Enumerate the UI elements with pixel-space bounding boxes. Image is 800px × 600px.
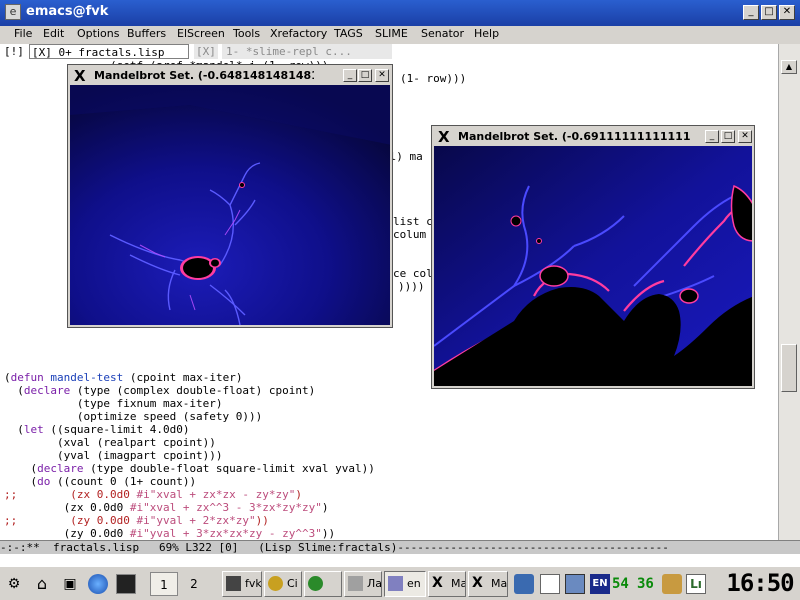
fractal-canvas xyxy=(70,85,390,325)
mandelbrot-image xyxy=(434,146,752,386)
mandelbrot-image xyxy=(70,85,390,325)
mandelbrot-window-1[interactable]: X Mandelbrot Set. (-0.6481481481481481, … xyxy=(67,64,393,328)
code-line: ;; (zx 0.0d0 #i"xval + zx*zx - zy*zy") xyxy=(4,488,303,501)
fractal-title: Mandelbrot Set. (-0.6481481481481481, 0.… xyxy=(94,69,314,82)
kde-menu-icon[interactable]: ⚙ xyxy=(4,574,24,594)
vertical-scrollbar[interactable]: ▲ xyxy=(778,44,800,540)
code-fragment: )))) xyxy=(398,280,425,293)
minimize-button[interactable]: _ xyxy=(705,130,719,143)
close-button[interactable]: ✕ xyxy=(375,69,389,82)
x-logo-icon: X xyxy=(432,575,443,591)
code-line: (defun mandel-test (cpoint max-iter) xyxy=(4,371,243,384)
menu-tags[interactable]: TAGS xyxy=(334,27,363,40)
browser-globe-icon[interactable] xyxy=(88,574,108,594)
code-fragment: ce col xyxy=(393,267,433,280)
app-icon xyxy=(348,576,363,591)
fractal-title: Mandelbrot Set. (-0.6911111111111111, 0.… xyxy=(458,130,690,143)
menu-options[interactable]: Options xyxy=(77,27,119,40)
close-button[interactable]: ✕ xyxy=(779,5,795,20)
minimize-button[interactable]: _ xyxy=(743,5,759,20)
code-line: (declare (type double-float square-limit… xyxy=(4,462,375,475)
keyboard-layout-indicator[interactable]: EN xyxy=(590,574,610,594)
code-line: (let ((square-limit 4.0d0) xyxy=(4,423,190,436)
task-browser[interactable] xyxy=(304,571,342,597)
app-icon xyxy=(268,576,283,591)
window-title: emacs@fvk xyxy=(26,4,109,19)
maximize-button[interactable]: □ xyxy=(358,69,372,82)
code-line: (yval (imagpart cpoint))) xyxy=(4,449,223,462)
window-titlebar[interactable]: e emacs@fvk _ □ ✕ xyxy=(0,0,800,26)
tab-marker: [!] xyxy=(4,45,24,58)
clock[interactable]: 16:50 xyxy=(722,569,798,598)
code-line: (zx 0.0d0 #i"xval + zx^^3 - 3*zx*zy*zy") xyxy=(4,501,329,514)
terminal-icon[interactable] xyxy=(116,574,136,594)
package-icon[interactable]: ▣ xyxy=(60,574,80,594)
menu-slime[interactable]: SLIME xyxy=(375,27,408,40)
monitor-icon[interactable] xyxy=(565,574,585,594)
fractal-canvas xyxy=(434,146,752,386)
menu-elscreen[interactable]: ElScreen xyxy=(177,27,225,40)
task-la[interactable]: Ла xyxy=(344,571,382,597)
task-mandelbrot-2[interactable]: X Ma xyxy=(468,571,508,597)
desktop-2-button[interactable]: 2 xyxy=(180,572,208,596)
task-ci[interactable]: Ci xyxy=(264,571,302,597)
tab-fractals[interactable]: [X] 0+ fractals.lisp xyxy=(29,44,189,59)
clipboard-icon[interactable] xyxy=(540,574,560,594)
task-fvk[interactable]: fvk xyxy=(222,571,262,597)
mem-counter: 36 xyxy=(637,576,654,592)
tab-slime-repl[interactable]: 1- *slime-repl c... xyxy=(222,44,392,59)
scroll-up-arrow-icon[interactable]: ▲ xyxy=(781,60,797,74)
minimize-button[interactable]: _ xyxy=(343,69,357,82)
cpu-counter: 54 xyxy=(612,576,629,592)
x-logo-icon: X xyxy=(438,128,450,146)
menu-xrefactory[interactable]: Xrefactory xyxy=(270,27,327,40)
code-fragment: (1- row))) xyxy=(400,72,467,85)
minibuffer[interactable] xyxy=(0,554,800,566)
code-line: (do ((count 0 (1+ count)) xyxy=(4,475,197,488)
task-emacs[interactable]: en xyxy=(384,571,426,597)
close-button[interactable]: ✕ xyxy=(738,130,752,143)
menu-bar: File Edit Options Buffers ElScreen Tools… xyxy=(0,26,800,45)
menu-help[interactable]: Help xyxy=(474,27,499,40)
menu-buffers[interactable]: Buffers xyxy=(127,27,166,40)
tab-slime-close[interactable]: [X] xyxy=(194,44,218,59)
code-fragment: colum xyxy=(393,228,427,241)
elscreen-tabline: [!] [X] 0+ fractals.lisp [X] 1- *slime-r… xyxy=(0,44,780,59)
emacs-app-icon[interactable]: e xyxy=(5,4,21,20)
home-icon[interactable]: ⌂ xyxy=(32,574,52,594)
desktop-1-button[interactable]: 1 xyxy=(150,572,178,596)
app-icon xyxy=(308,576,323,591)
window-icon xyxy=(226,576,241,591)
code-line: (declare (type (complex double-float) cp… xyxy=(4,384,316,397)
code-line: (type fixnum max-iter) xyxy=(4,397,223,410)
tray-app-icon[interactable] xyxy=(662,574,682,594)
fractal-titlebar[interactable]: X Mandelbrot Set. (-0.6911111111111111, … xyxy=(434,128,752,146)
emacs-icon xyxy=(388,576,403,591)
menu-edit[interactable]: Edit xyxy=(43,27,64,40)
mandelbrot-window-2[interactable]: X Mandelbrot Set. (-0.6911111111111111, … xyxy=(431,125,755,389)
maximize-button[interactable]: □ xyxy=(721,130,735,143)
mode-line: -:-:** fractals.lisp 69% L322 [0] (Lisp … xyxy=(0,540,800,555)
network-icon[interactable] xyxy=(514,574,534,594)
taskbar: ⚙ ⌂ ▣ 1 2 fvk Ci Ла en X Ma X Ma EN 54 36 … xyxy=(0,566,800,600)
code-line: (optimize speed (safety 0))) xyxy=(4,410,263,423)
x-logo-icon: X xyxy=(74,67,86,85)
menu-senator[interactable]: Senator xyxy=(421,27,464,40)
scroll-thumb[interactable] xyxy=(781,344,797,392)
menu-file[interactable]: File xyxy=(14,27,32,40)
code-line: ;; (zy 0.0d0 #i"yval + 2*zx*zy")) xyxy=(4,514,269,527)
menu-tools[interactable]: Tools xyxy=(233,27,260,40)
code-fragment: list c xyxy=(393,215,433,228)
fractal-titlebar[interactable]: X Mandelbrot Set. (-0.6481481481481481, … xyxy=(70,67,390,85)
x-logo-icon: X xyxy=(472,575,483,591)
tray-monitor-icon[interactable]: Lı xyxy=(686,574,706,594)
code-line: (xval (realpart cpoint)) xyxy=(4,436,216,449)
code-line: (zy 0.0d0 #i"yval + 3*zx*zx*zy - zy^^3")… xyxy=(4,527,336,540)
task-mandelbrot-1[interactable]: X Ma xyxy=(428,571,466,597)
maximize-button[interactable]: □ xyxy=(761,5,777,20)
